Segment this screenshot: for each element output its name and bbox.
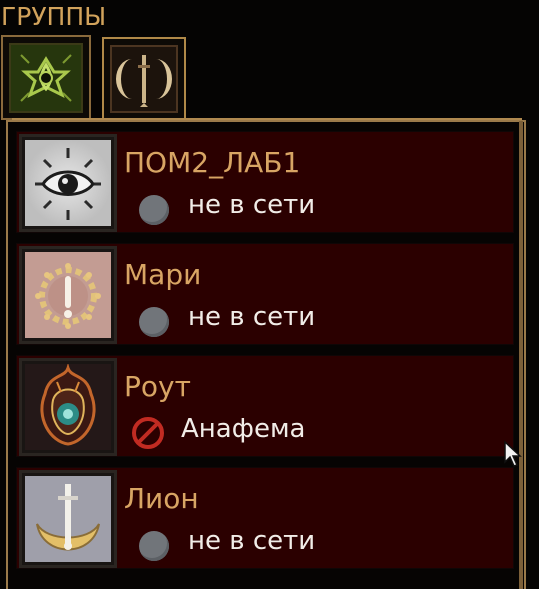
panel-divider [12, 118, 522, 120]
avatar [19, 470, 117, 568]
scrollbar[interactable] [519, 121, 523, 589]
tab-group-emblem-moon[interactable] [102, 37, 186, 121]
offline-dot-icon [139, 307, 169, 337]
offline-dot-icon [139, 531, 169, 561]
group-row[interactable]: Роут Анафема [16, 355, 514, 457]
group-row[interactable]: Мари не в сети [16, 243, 514, 345]
group-status: Анафема [181, 414, 306, 444]
tab-group-emblem-green[interactable] [1, 35, 91, 120]
flame-eye-emblem-icon [25, 364, 111, 450]
group-status: не в сети [188, 190, 316, 220]
page-title: ГРУППЫ [1, 2, 107, 31]
group-row[interactable]: Лион не в сети [16, 467, 514, 569]
moon-dagger-emblem-icon [110, 45, 178, 113]
offline-dot-icon [139, 195, 169, 225]
group-name: ПОМ2_ЛАБ1 [124, 146, 301, 179]
sword-crescent-emblem-icon [25, 476, 111, 562]
anathema-ban-icon [131, 416, 165, 450]
sun-ring-emblem-icon [25, 252, 111, 338]
group-name: Роут [124, 370, 191, 403]
group-status: не в сети [188, 526, 316, 556]
group-name: Лион [124, 482, 199, 515]
mouse-cursor-icon [503, 440, 523, 468]
eye-emblem-icon [25, 140, 111, 226]
avatar [19, 246, 117, 344]
avatar [19, 134, 117, 232]
groups-window: ГРУППЫ ПОМ2_ЛАБ1 не в сети Мари не в сет… [0, 0, 539, 589]
avatar [19, 358, 117, 456]
group-row[interactable]: ПОМ2_ЛАБ1 не в сети [16, 131, 514, 233]
group-name: Мари [124, 258, 202, 291]
group-status: не в сети [188, 302, 316, 332]
green-sun-emblem-icon [9, 43, 83, 113]
